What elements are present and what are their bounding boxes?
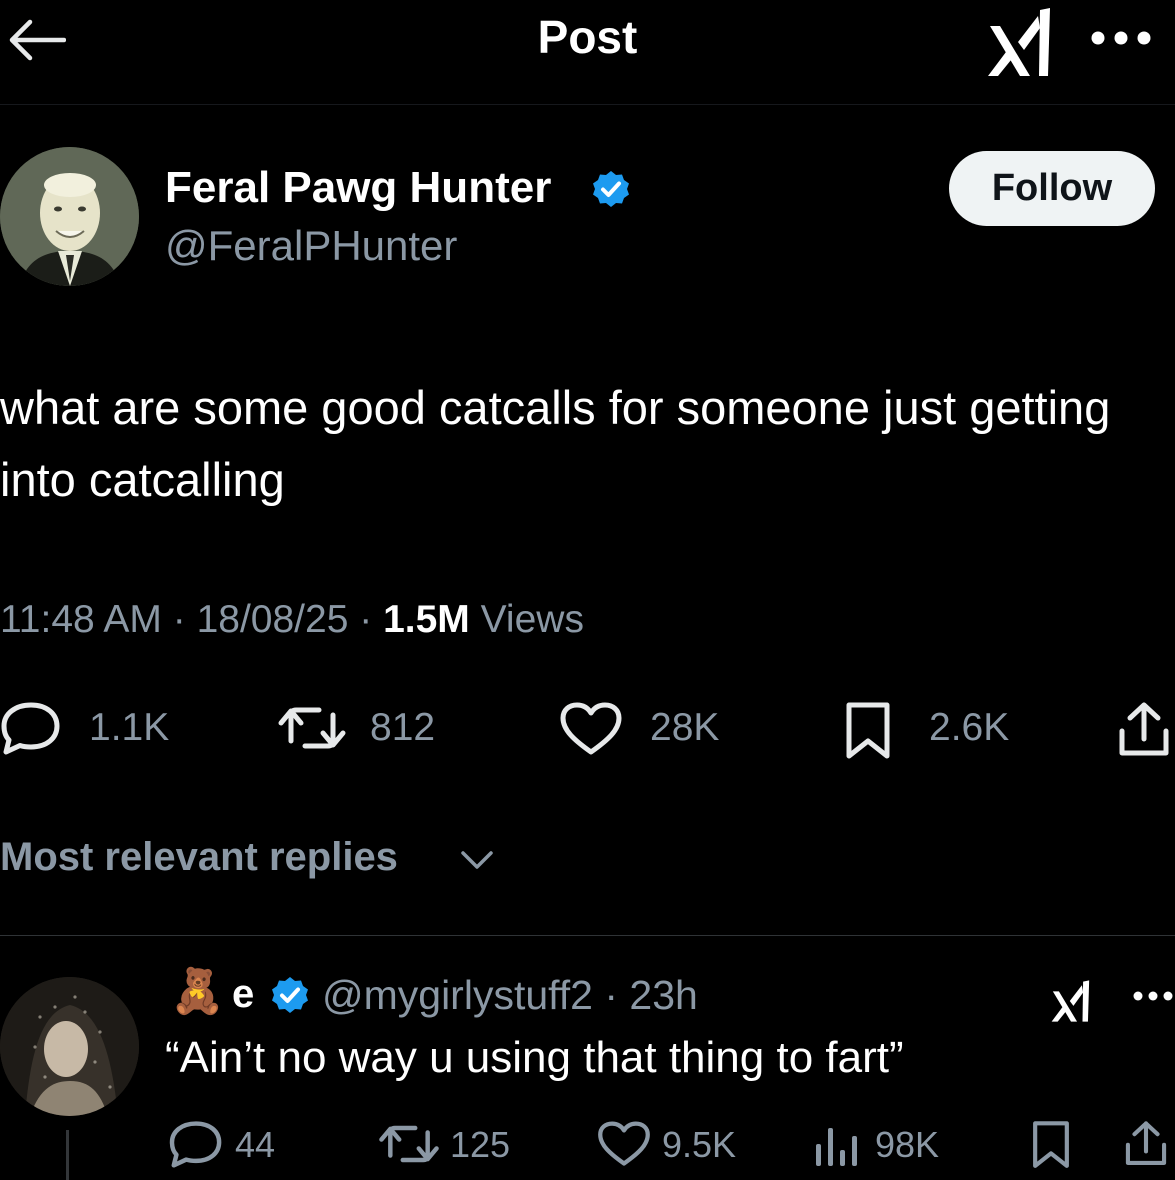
post-metadata: 11:48 AM · 18/08/25 · 1.5M Views [0, 598, 584, 642]
header-divider [0, 104, 1175, 105]
reply-views-count: 98K [875, 1124, 940, 1165]
chevron-down-icon [461, 851, 493, 869]
bookmark-icon [846, 702, 890, 759]
reply-avatar-image [0, 977, 139, 1116]
reply-author-name[interactable]: e [232, 972, 254, 1017]
more-options-button[interactable] [1090, 30, 1152, 46]
reply-views-button[interactable] [814, 1122, 860, 1168]
reply-bookmark-button[interactable] [1030, 1120, 1072, 1170]
share-icon [1119, 702, 1169, 756]
views-count: 1.5M [383, 598, 470, 641]
author-avatar-image [0, 147, 139, 286]
reply-repost-button[interactable] [377, 1120, 441, 1168]
repost-button[interactable] [277, 701, 347, 755]
reply-icon [169, 1121, 222, 1168]
follow-button[interactable]: Follow [949, 151, 1155, 226]
reply-repost-count: 125 [450, 1124, 511, 1165]
post-date[interactable]: 18/08/25 [197, 598, 349, 641]
like-count: 28K [650, 706, 720, 749]
bookmark-icon [1033, 1121, 1069, 1168]
reply-handle-time[interactable]: @mygirlystuff2 · 23h [322, 972, 698, 1019]
bookmark-button[interactable] [843, 701, 893, 761]
reply-icon [1, 702, 60, 755]
reply-like-button[interactable] [596, 1120, 652, 1168]
share-icon [1125, 1121, 1167, 1165]
repost-icon [379, 1125, 439, 1163]
reply-share-button[interactable] [1123, 1120, 1169, 1168]
author-avatar[interactable] [0, 147, 139, 286]
xai-logo-button[interactable] [984, 4, 1056, 80]
verified-badge [591, 169, 631, 209]
share-button[interactable] [1116, 701, 1172, 759]
like-button[interactable] [558, 701, 624, 757]
meta-separator: · [359, 598, 373, 641]
thread-line [66, 1130, 69, 1180]
reply-like-count: 9.5K [662, 1124, 737, 1165]
repost-count: 812 [370, 706, 436, 749]
reply-name-emoji: 🧸 [170, 967, 225, 1016]
post-time[interactable]: 11:48 AM [0, 598, 162, 641]
bookmark-count: 2.6K [929, 706, 1010, 749]
reply-verified-badge [270, 975, 310, 1015]
author-handle[interactable]: @FeralPHunter [165, 222, 457, 270]
xai-logo-icon [988, 8, 1050, 76]
views-label: Views [480, 598, 584, 641]
reply-reply-button[interactable] [168, 1120, 224, 1168]
reply-more-options-button[interactable] [1132, 990, 1174, 1002]
more-horizontal-icon [1133, 991, 1173, 1001]
reply-avatar[interactable] [0, 977, 139, 1116]
views-chart-icon [816, 1128, 857, 1166]
verified-badge-icon [272, 977, 308, 1013]
verified-badge-icon [593, 171, 629, 207]
reply-button[interactable] [0, 701, 62, 755]
author-name[interactable]: Feral Pawg Hunter [165, 163, 551, 213]
meta-separator: · [172, 598, 186, 641]
reply-count: 1.1K [89, 706, 170, 749]
reply-reply-count: 44 [235, 1124, 276, 1165]
more-horizontal-icon [1091, 31, 1151, 45]
post-text: what are some good catcalls for someone … [0, 381, 1111, 506]
reply-xai-logo-button[interactable] [1045, 978, 1097, 1024]
section-divider [0, 935, 1175, 936]
heart-icon [598, 1121, 650, 1166]
replies-sort-toggle[interactable]: Most relevant replies [0, 835, 398, 880]
chevron-down[interactable] [459, 848, 495, 872]
repost-icon [278, 707, 346, 749]
heart-icon [560, 702, 622, 755]
reply-text: “Ain’t no way u using that thing to fart… [165, 1033, 904, 1082]
xai-logo-icon [1051, 980, 1090, 1022]
